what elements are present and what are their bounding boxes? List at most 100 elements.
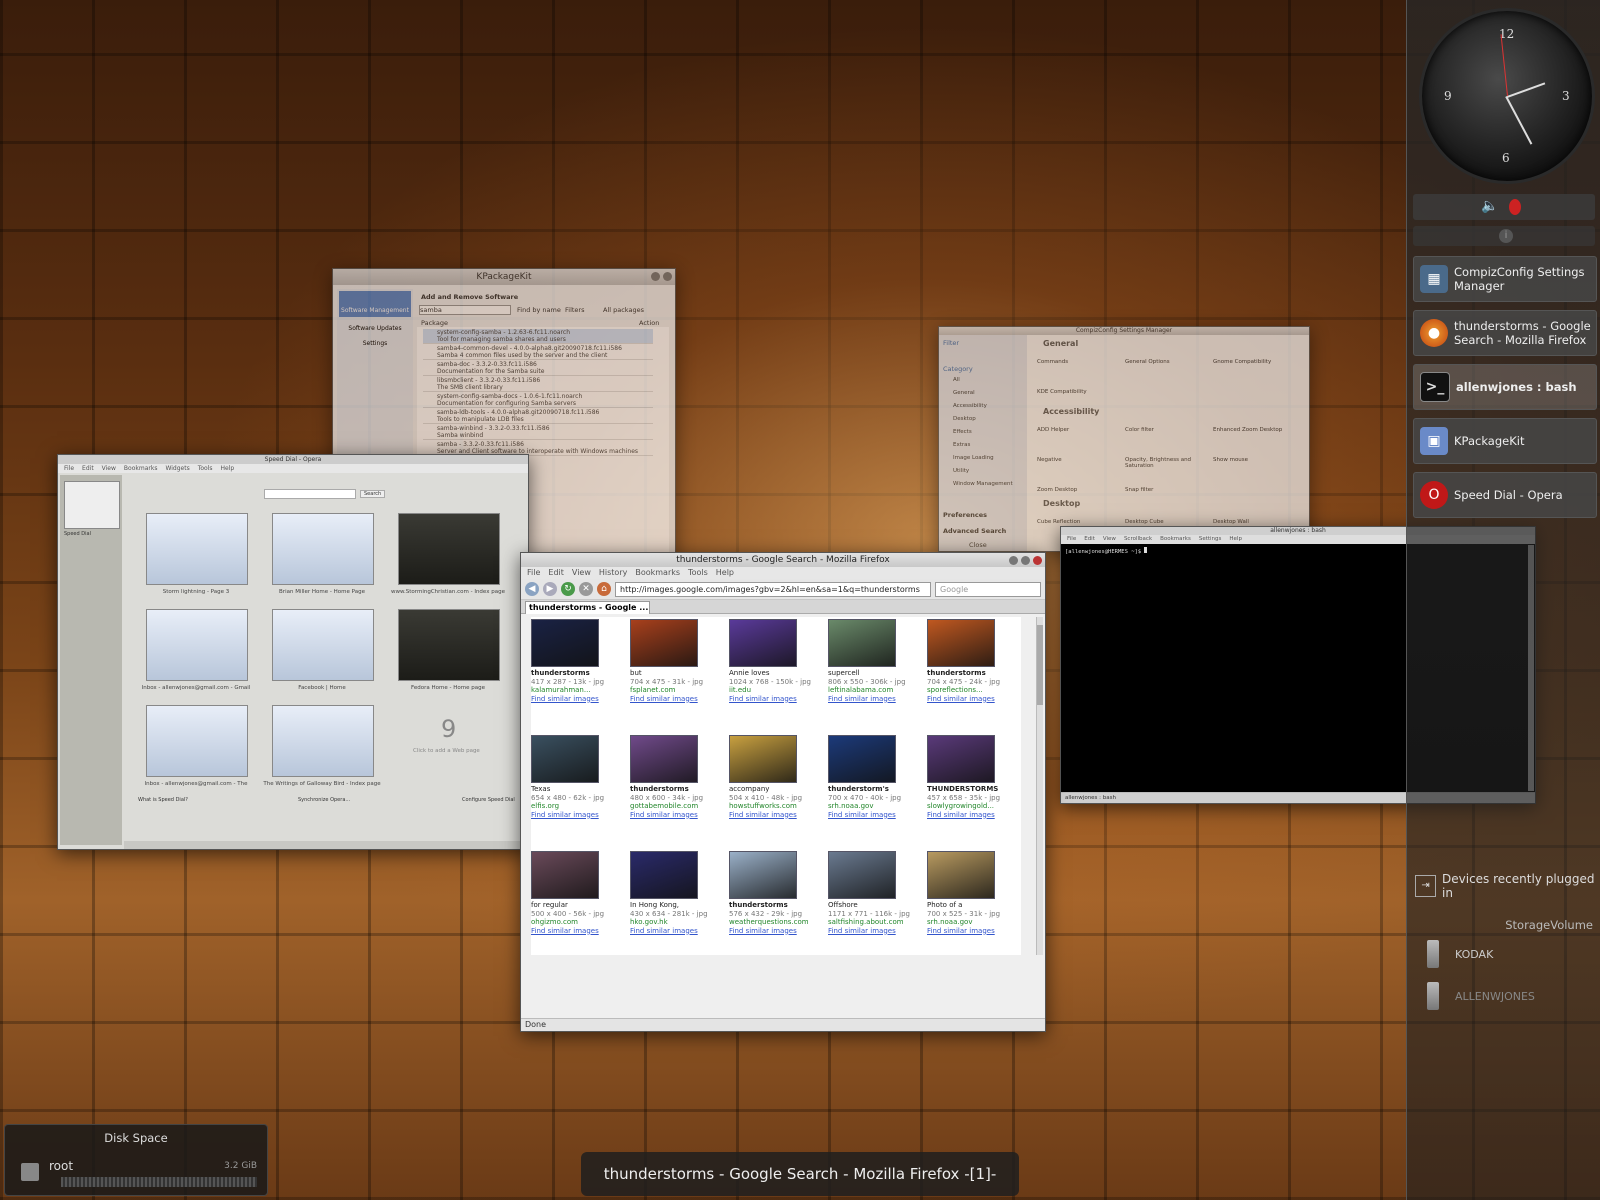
result-title[interactable]: thunderstorms: [531, 669, 623, 678]
volume-icon[interactable]: 🔈: [1481, 198, 1498, 214]
ccsm-plugin[interactable]: Negative: [1037, 457, 1121, 463]
speed-dial-thumbnail[interactable]: [272, 513, 374, 585]
result-site[interactable]: kalamurahman...: [531, 686, 623, 695]
menu-item-tools[interactable]: Tools: [198, 464, 213, 473]
ccsm-plugin[interactable]: Color filter: [1125, 427, 1209, 433]
find-similar-link[interactable]: Find similar images: [630, 695, 722, 704]
result-site[interactable]: howstuffworks.com: [729, 802, 821, 811]
google-search-input[interactable]: Google: [935, 581, 1041, 597]
ccsm-category-window-management[interactable]: Window Management: [945, 481, 1013, 494]
opera-search-button[interactable]: Search: [360, 490, 386, 498]
ccsm-category-all[interactable]: All: [945, 377, 1013, 390]
find-similar-link[interactable]: Find similar images: [630, 927, 722, 936]
url-bar[interactable]: http://images.google.com/images?gbv=2&hl…: [615, 581, 931, 597]
result-site[interactable]: fsplanet.com: [630, 686, 722, 695]
ccsm-plugin[interactable]: General Options: [1125, 359, 1209, 365]
task-opera[interactable]: O Speed Dial - Opera: [1413, 472, 1597, 518]
package-row[interactable]: system-config-samba-docs - 1.0.6-1.fc11.…: [423, 393, 653, 408]
find-similar-link[interactable]: Find similar images: [531, 927, 623, 936]
image-result[interactable]: thunderstorms 576 x 432 - 29k - jpg weathe…: [729, 851, 821, 955]
result-site[interactable]: weatherquestions.com: [729, 918, 821, 927]
result-site[interactable]: srh.noaa.gov: [828, 802, 920, 811]
image-result[interactable]: accompany 504 x 410 - 48k - jpg howstuffwo…: [729, 735, 821, 845]
result-title[interactable]: thunderstorm's: [828, 785, 920, 794]
result-title[interactable]: but: [630, 669, 722, 678]
ccsm-advanced-search[interactable]: Advanced Search: [943, 527, 1006, 535]
result-thumbnail[interactable]: [927, 851, 995, 899]
menu-item-file[interactable]: File: [527, 567, 540, 579]
forward-arrow-icon[interactable]: ▶: [543, 582, 557, 596]
kpk-search-input[interactable]: samba: [419, 305, 511, 315]
ccsm-category-image-loading[interactable]: Image Loading: [945, 455, 1013, 468]
result-title[interactable]: Texas: [531, 785, 623, 794]
package-row[interactable]: samba-ldb-tools - 4.0.0-alpha8.git200907…: [423, 409, 653, 424]
menu-item-settings[interactable]: Settings: [1199, 535, 1222, 544]
opera-tray-icon[interactable]: [1509, 199, 1521, 215]
ccsm-plugin[interactable]: Desktop Wall: [1213, 519, 1297, 525]
find-similar-link[interactable]: Find similar images: [828, 811, 920, 820]
result-title[interactable]: THUNDERSTORMS: [927, 785, 1019, 794]
result-site[interactable]: elfis.org: [531, 802, 623, 811]
image-result[interactable]: In Hong Kong, 430 x 634 - 281k - jpg hko.g…: [630, 851, 722, 955]
ccsm-plugin[interactable]: Opacity, Brightness and Saturation: [1125, 457, 1209, 469]
ccsm-plugin[interactable]: Zoom Desktop: [1037, 487, 1121, 493]
find-similar-link[interactable]: Find similar images: [828, 927, 920, 936]
ccsm-category-effects[interactable]: Effects: [945, 429, 1013, 442]
menu-item-view[interactable]: View: [572, 567, 591, 579]
speed-dial-thumbnail[interactable]: [146, 513, 248, 585]
kpk-filters[interactable]: Filters: [565, 306, 584, 314]
menu-item-bookmarks[interactable]: Bookmarks: [1160, 535, 1191, 544]
package-row[interactable]: libsmbclient - 3.3.2-0.33.fc11.i586 The S…: [423, 377, 653, 392]
result-site[interactable]: srh.noaa.gov: [927, 918, 1019, 927]
image-result[interactable]: Annie loves 1024 x 768 - 150k - jpg iit.ed…: [729, 619, 821, 729]
image-result[interactable]: thunderstorms 704 x 475 - 24k - jpg sporef…: [927, 619, 1019, 729]
scrollbar-thumb[interactable]: [1037, 625, 1043, 705]
find-similar-link[interactable]: Find similar images: [927, 811, 1019, 820]
result-thumbnail[interactable]: [630, 735, 698, 783]
kpk-nav-software-management[interactable]: Software Management: [339, 291, 411, 317]
result-site[interactable]: slowlygrowingold...: [927, 802, 1019, 811]
image-result[interactable]: THUNDERSTORMS 457 x 658 - 35k - jpg slowly…: [927, 735, 1019, 845]
result-thumbnail[interactable]: [927, 619, 995, 667]
ccsm-plugin[interactable]: Gnome Compatibility: [1213, 359, 1297, 365]
ccsm-category-general[interactable]: General: [945, 390, 1013, 403]
find-similar-link[interactable]: Find similar images: [828, 695, 920, 704]
close-button[interactable]: [1033, 556, 1042, 565]
result-title[interactable]: In Hong Kong,: [630, 901, 722, 910]
speed-dial-empty-label[interactable]: Click to add a Web page: [413, 748, 480, 754]
menu-item-file[interactable]: File: [64, 464, 74, 473]
ccsm-category-list[interactable]: All General Accessibility Desktop Effects Ext…: [945, 377, 1013, 494]
ccsm-plugin[interactable]: Snap filter: [1125, 487, 1209, 493]
result-thumbnail[interactable]: [729, 619, 797, 667]
result-site[interactable]: gottabemobile.com: [630, 802, 722, 811]
result-thumbnail[interactable]: [729, 735, 797, 783]
kpk-nav-software-updates[interactable]: Software Updates: [339, 325, 411, 332]
find-similar-link[interactable]: Find similar images: [531, 695, 623, 704]
image-result[interactable]: thunderstorms 480 x 600 - 34k - jpg gottab…: [630, 735, 722, 845]
result-thumbnail[interactable]: [531, 619, 599, 667]
konsole-tab[interactable]: allenwjones : bash: [1065, 795, 1116, 801]
menu-item-widgets[interactable]: Widgets: [165, 464, 189, 473]
devices-notifier[interactable]: ⇥ Devices recently plugged in: [1415, 872, 1600, 900]
speed-dial-thumbnail[interactable]: [146, 609, 248, 681]
menu-item-bookmarks[interactable]: Bookmarks: [124, 464, 158, 473]
speed-dial-synchronize[interactable]: Synchronize Opera...: [298, 797, 350, 803]
menu-item-file[interactable]: File: [1067, 535, 1076, 544]
image-result[interactable]: but 704 x 475 - 31k - jpg fsplanet.com Find…: [630, 619, 722, 729]
kpk-nav-settings[interactable]: Settings: [339, 340, 411, 347]
result-site[interactable]: ohgizmo.com: [531, 918, 623, 927]
package-row[interactable]: samba4-common-devel - 4.0.0-alpha8.git20…: [423, 345, 653, 360]
task-firefox[interactable]: ● thunderstorms - Google Search - Mozilla…: [1413, 310, 1597, 356]
firefox-titlebar[interactable]: thunderstorms - Google Search - Mozilla …: [521, 553, 1045, 567]
image-result[interactable]: Offshore 1171 x 771 - 116k - jpg saltfishi…: [828, 851, 920, 955]
package-row[interactable]: samba-winbind - 3.3.2-0.33.fc11.i586 Samb…: [423, 425, 653, 440]
result-thumbnail[interactable]: [630, 851, 698, 899]
close-button[interactable]: [663, 272, 672, 281]
info-icon[interactable]: i: [1499, 229, 1513, 243]
find-similar-link[interactable]: Find similar images: [531, 811, 623, 820]
result-thumbnail[interactable]: [729, 851, 797, 899]
minimize-button[interactable]: [651, 272, 660, 281]
find-similar-link[interactable]: Find similar images: [630, 811, 722, 820]
ccsm-plugin[interactable]: Show mouse: [1213, 457, 1297, 463]
menu-item-edit[interactable]: Edit: [1084, 535, 1095, 544]
